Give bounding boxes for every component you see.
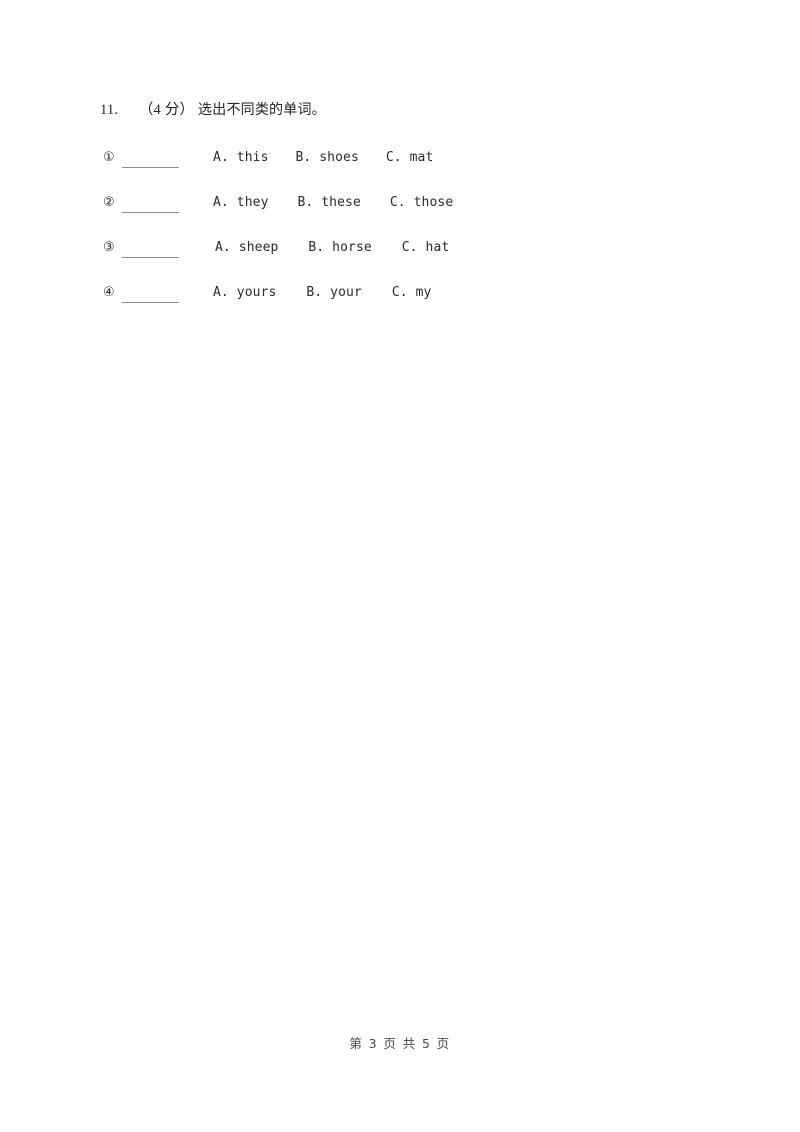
item-options: A. yours B. your C. my — [213, 283, 431, 303]
answer-blank[interactable] — [122, 149, 179, 168]
option-word: this — [236, 150, 269, 165]
question-number: 11. — [100, 102, 119, 118]
option-letter: C. — [401, 240, 418, 255]
option-word: those — [413, 195, 454, 210]
option-word: sheep — [238, 240, 279, 255]
option-b[interactable]: B. these — [297, 193, 360, 213]
question-block: 11. （4 分） 选出不同类的单词。 — [100, 100, 720, 120]
item-options: A. sheep B. horse C. hat — [215, 238, 449, 258]
question-heading: 11. （4 分） 选出不同类的单词。 — [100, 100, 720, 120]
document-page: 11. （4 分） 选出不同类的单词。 ① A. this B. shoes C… — [0, 0, 800, 1132]
option-letter: C. — [385, 150, 402, 165]
option-a[interactable]: A. this — [213, 148, 269, 168]
option-letter: C. — [389, 195, 406, 210]
option-letter: C. — [391, 285, 408, 300]
option-letter: A. — [215, 240, 231, 255]
option-b[interactable]: B. horse — [308, 238, 371, 258]
item-marker: ② — [103, 195, 115, 210]
option-word: hat — [425, 240, 450, 255]
answer-blank[interactable] — [122, 284, 179, 303]
option-word: these — [321, 195, 361, 210]
option-word: mat — [409, 150, 434, 165]
option-a[interactable]: A. sheep — [215, 238, 278, 258]
option-c[interactable]: C. my — [392, 283, 432, 303]
option-a[interactable]: A. they — [213, 193, 269, 213]
question-prompt: 选出不同类的单词。 — [198, 102, 326, 118]
item-marker: ④ — [103, 285, 115, 300]
question-items-list: ① A. this B. shoes C. mat ② A. they B. t… — [103, 148, 743, 328]
answer-blank[interactable] — [122, 194, 179, 213]
option-c[interactable]: C. hat — [402, 238, 450, 258]
option-word: my — [415, 285, 432, 300]
option-letter: A. — [213, 285, 229, 300]
option-word: yours — [236, 285, 277, 300]
question-item-3: ③ A. sheep B. horse C. hat — [103, 238, 743, 283]
option-word: your — [330, 285, 362, 300]
question-item-2: ② A. they B. these C. those — [103, 193, 743, 238]
question-item-4: ④ A. yours B. your C. my — [103, 283, 743, 328]
option-word: shoes — [319, 150, 359, 165]
item-marker: ① — [103, 150, 115, 165]
option-b[interactable]: B. shoes — [295, 148, 358, 168]
page-footer: 第 3 页 共 5 页 — [349, 1036, 451, 1051]
item-marker: ③ — [103, 240, 115, 255]
option-word: they — [236, 195, 269, 210]
answer-blank[interactable] — [122, 239, 179, 258]
option-letter: A. — [213, 195, 229, 210]
question-item-1: ① A. this B. shoes C. mat — [103, 148, 743, 193]
option-b[interactable]: B. your — [306, 283, 362, 303]
option-letter: B. — [297, 195, 314, 210]
option-c[interactable]: C. mat — [386, 148, 434, 168]
item-options: A. this B. shoes C. mat — [213, 148, 433, 168]
question-score: （4 分） — [138, 102, 195, 118]
option-word: horse — [332, 240, 372, 255]
option-letter: B. — [308, 240, 325, 255]
option-letter: B. — [295, 150, 312, 165]
option-c[interactable]: C. those — [390, 193, 453, 213]
option-letter: A. — [213, 150, 229, 165]
option-letter: B. — [306, 285, 323, 300]
item-options: A. they B. these C. those — [213, 193, 453, 213]
option-a[interactable]: A. yours — [213, 283, 276, 303]
